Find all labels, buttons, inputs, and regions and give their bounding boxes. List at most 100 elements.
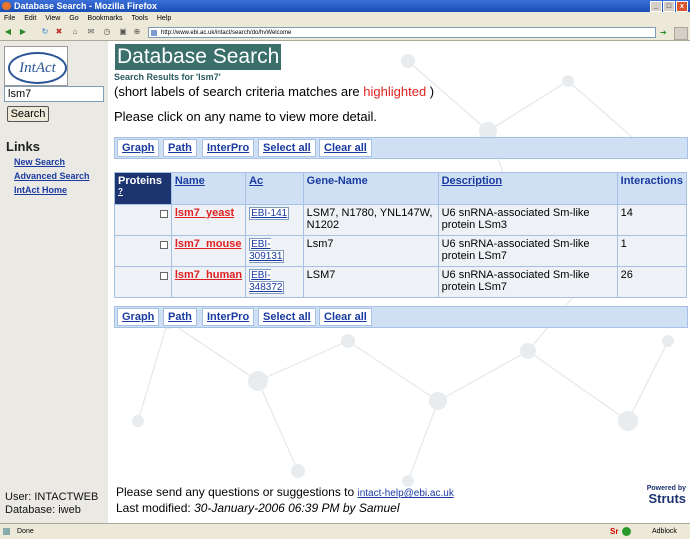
sr-icon[interactable]: Sr [610,527,618,536]
back-icon[interactable]: ◀ [3,27,13,37]
minimize-button[interactable]: _ [650,1,662,12]
intact-logo[interactable]: IntAct [4,46,68,86]
url-field[interactable]: http://www.ebi.ac.uk/intact/search/do/hv… [148,27,656,38]
gene-name-cell: Lsm7 [302,234,439,267]
window-title: Database Search - Mozilla Firefox [14,1,158,11]
ac-cell: EBI-141 [245,203,304,236]
reload-icon[interactable]: ↻ [40,27,50,37]
description-cell: U6 snRNA-associated Sm-like protein LSm3 [437,203,618,236]
interactions-cell: 26 [616,265,688,298]
search-results-heading: Search Results for 'lsm7' [114,72,221,82]
links-heading: Links [6,139,40,154]
row-select-cell [114,265,172,298]
intact-home-link[interactable]: IntAct Home [14,185,67,195]
url-text: http://www.ebi.ac.uk/intact/search/do/hv… [161,30,292,36]
interactions-cell: 1 [616,234,688,267]
clear-all-button[interactable]: Clear all [319,308,372,326]
go-icon[interactable]: ➔ [660,27,670,38]
description-header[interactable]: Description [442,175,503,187]
close-button[interactable]: x [676,1,688,12]
search-button[interactable]: Search [7,106,49,122]
col-gene-name: Gene-Name [302,172,439,205]
maximize-button[interactable]: □ [663,1,675,12]
col-description[interactable]: Description [437,172,618,205]
ac-link[interactable]: EBI-141 [249,206,290,220]
bookmark-icon[interactable]: ✉ [86,27,96,37]
table-row: lsm7_mouse EBI-309131 Lsm7 U6 snRNA-asso… [114,234,688,267]
menu-bookmarks[interactable]: Bookmarks [88,15,123,22]
menu-help[interactable]: Help [157,15,171,22]
search-engine-icon[interactable] [674,27,688,40]
stop-icon[interactable]: ✖ [54,27,64,37]
row-checkbox[interactable] [159,271,168,280]
menu-bar: File Edit View Go Bookmarks Tools Help [0,12,690,25]
user-line: User: INTACTWEB [5,491,99,503]
firefox-icon [2,2,11,10]
menu-go[interactable]: Go [69,15,78,22]
database-line: Database: iweb [5,504,81,516]
select-all-button[interactable]: Select all [258,308,316,326]
protein-name-link[interactable]: lsm7_mouse [175,238,242,250]
window-titlebar: Database Search - Mozilla Firefox _ □ x [0,0,690,12]
ac-link[interactable]: EBI-309131 [249,237,285,263]
protein-name-link[interactable]: lsm7_human [175,269,242,281]
modified-label: Last modified: [116,501,191,515]
action-bar-top: Graph Path InterPro Select all Clear all [114,137,688,159]
graph-button[interactable]: Graph [117,308,160,326]
history-icon[interactable]: ◷ [102,27,112,37]
powered-by-struts-logo[interactable]: Powered by Struts [630,485,686,505]
main-panel: Database Search Search Results for 'lsm7… [108,41,690,523]
struts-text: Struts [648,491,686,506]
user-info: User: INTACTWEB Database: iweb [5,491,98,517]
modified-value: 30-January-2006 06:39 PM by Samuel [194,501,400,515]
clear-all-button[interactable]: Clear all [319,139,372,157]
footer-modified: Last modified: 30-January-2006 06:39 PM … [116,501,454,516]
contact-email-link[interactable]: intact-help@ebi.ac.uk [358,488,454,499]
menu-view[interactable]: View [45,15,60,22]
table-row: lsm7_yeast EBI-141 LSM7, N1780, YNL147W,… [114,203,688,236]
interpro-button[interactable]: InterPro [202,139,255,157]
name-header[interactable]: Name [175,175,205,187]
downloads-icon[interactable]: ⊕ [132,27,142,37]
advanced-search-link[interactable]: Advanced Search [14,171,90,181]
interpro-button[interactable]: InterPro [202,308,255,326]
adblock-label[interactable]: Adblock [652,524,677,539]
protein-name-link[interactable]: lsm7_yeast [175,207,234,219]
menu-tools[interactable]: Tools [132,15,148,22]
select-all-button[interactable]: Select all [258,139,316,157]
row-checkbox[interactable] [159,209,168,218]
forward-icon[interactable]: ▶ [18,27,28,37]
row-checkbox[interactable] [159,240,168,249]
col-interactions: Interactions [616,172,688,205]
green-status-icon[interactable] [622,527,631,536]
name-cell: lsm7_yeast [170,203,247,236]
status-icon [3,528,10,535]
instruction-text: Please click on any name to view more de… [114,109,378,124]
gene-name-cell: LSM7 [302,265,439,298]
name-cell: lsm7_mouse [170,234,247,267]
contact-text: Please send any questions or suggestions… [116,485,355,499]
col-name[interactable]: Name [170,172,247,205]
help-link[interactable]: ? [118,187,123,196]
note-prefix: (short labels of search criteria matches… [114,84,360,99]
path-button[interactable]: Path [163,139,197,157]
new-search-link[interactable]: New Search [14,157,65,167]
search-input[interactable] [4,86,104,102]
col-ac[interactable]: Ac [245,172,304,205]
ac-link[interactable]: EBI-348372 [249,268,285,294]
home-icon[interactable]: ⌂ [70,27,80,37]
page-content: IntAct Search Links New Search Advanced … [0,41,690,523]
print-icon[interactable]: ▣ [118,27,128,37]
page-title: Database Search [115,44,282,70]
proteins-header: Proteins [118,175,163,187]
highlight-note: (short labels of search criteria matches… [114,84,434,99]
graph-button[interactable]: Graph [117,139,160,157]
menu-edit[interactable]: Edit [24,15,36,22]
note-highlighted: highlighted [363,84,427,99]
results-table: Proteins ? Name Ac Gene-Name Description… [114,172,688,298]
menu-file[interactable]: File [4,15,15,22]
path-button[interactable]: Path [163,308,197,326]
table-header-row: Proteins ? Name Ac Gene-Name Description… [114,172,688,205]
ac-header[interactable]: Ac [249,175,263,187]
table-row: lsm7_human EBI-348372 LSM7 U6 snRNA-asso… [114,265,688,298]
